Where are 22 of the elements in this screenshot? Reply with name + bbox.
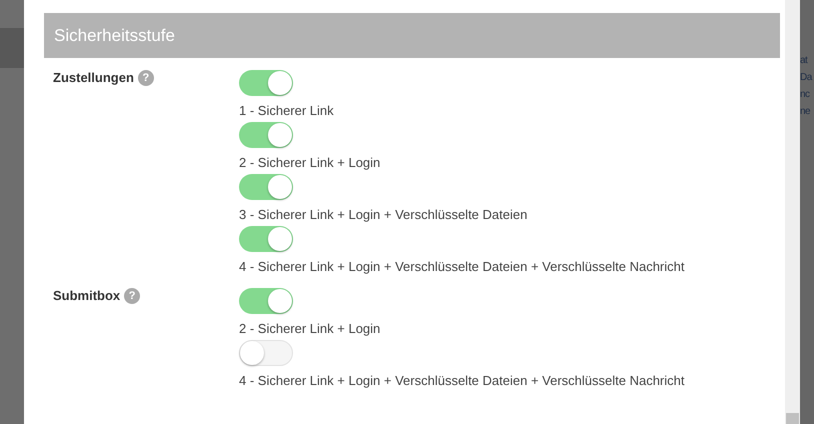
toggle-switch[interactable] xyxy=(239,174,293,200)
background-text: at xyxy=(800,54,809,68)
background-text: Da xyxy=(800,71,814,85)
group-label: Zustellungen xyxy=(53,70,134,85)
toggle-switch[interactable] xyxy=(239,122,293,148)
help-icon[interactable]: ? xyxy=(138,70,154,86)
background-text: nc xyxy=(800,88,811,102)
option-label: 2 - Sicherer Link + Login xyxy=(239,320,380,338)
option-label: 1 - Sicherer Link xyxy=(239,102,334,120)
option-label: 2 - Sicherer Link + Login xyxy=(239,154,380,172)
option-label: 3 - Sicherer Link + Login + Verschlüsselte Dateien xyxy=(239,206,528,224)
option-label: 4 - Sicherer Link + Login + Verschlüsselte Dateien + Verschlüsselte Nachricht xyxy=(239,258,684,276)
group-label: Submitbox xyxy=(53,288,120,303)
scrollbar[interactable] xyxy=(785,0,800,424)
option-label: 4 - Sicherer Link + Login + Verschlüsselte Dateien + Verschlüsselte Nachricht xyxy=(239,372,684,390)
toggle-switch[interactable] xyxy=(239,226,293,252)
toggle-switch[interactable] xyxy=(239,340,293,366)
help-icon[interactable]: ? xyxy=(124,288,140,304)
section-title: Sicherheitsstufe xyxy=(54,26,175,46)
toggle-switch[interactable] xyxy=(239,70,293,96)
toggle-switch[interactable] xyxy=(239,288,293,314)
background-text: ne xyxy=(800,105,812,119)
